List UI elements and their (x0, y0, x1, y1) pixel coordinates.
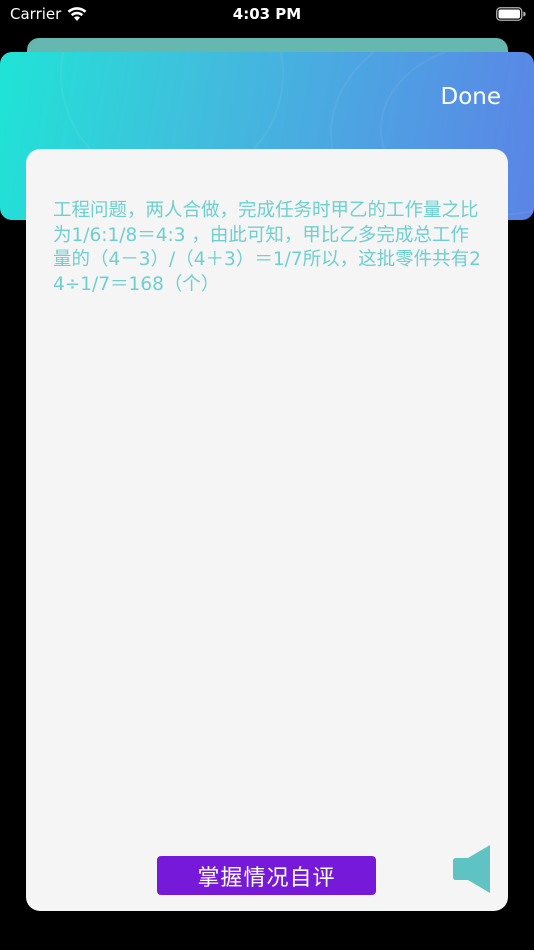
answer-card: 工程问题，两人合做，完成任务时甲乙的工作量之比为1/6:1/8＝4:3 ，由此可… (26, 149, 508, 911)
battery-icon (496, 7, 526, 21)
status-time: 4:03 PM (232, 5, 302, 23)
done-button[interactable]: Done (440, 84, 501, 110)
explanation-text: 工程问题，两人合做，完成任务时甲乙的工作量之比为1/6:1/8＝4:3 ，由此可… (53, 200, 481, 295)
speaker-icon[interactable] (452, 844, 496, 894)
screen: Carrier 4:03 PM Done 工程问题，两人合做，完成任务时甲乙的工… (0, 0, 534, 950)
status-bar: Carrier 4:03 PM (0, 0, 534, 30)
self-evaluation-button[interactable]: 掌握情况自评 (157, 856, 376, 895)
